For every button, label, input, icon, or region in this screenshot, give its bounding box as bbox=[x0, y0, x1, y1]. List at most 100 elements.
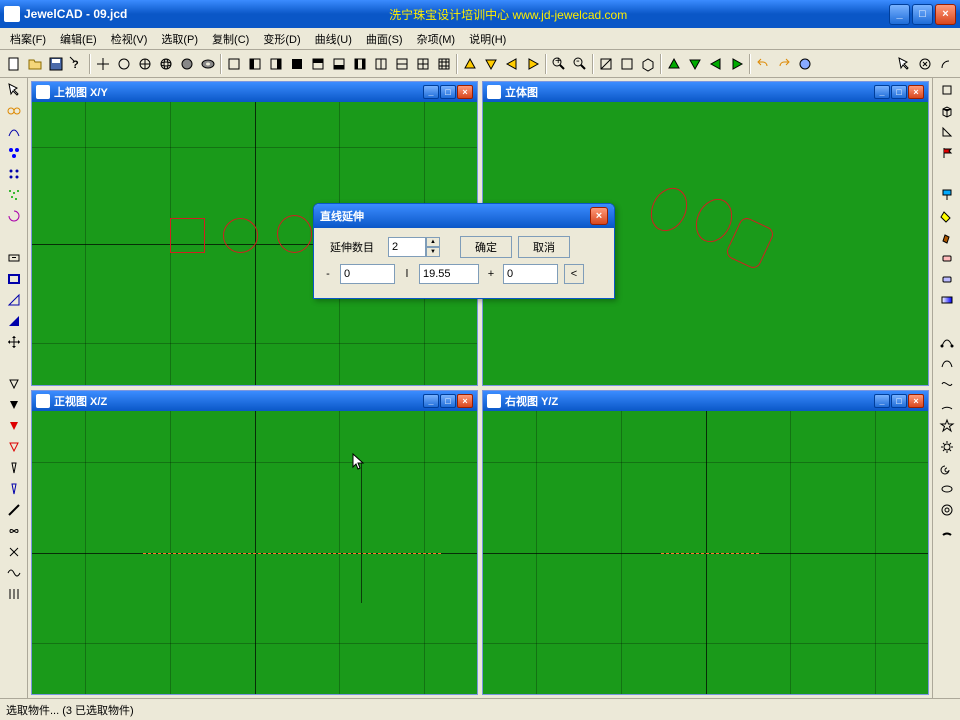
square-grid3-icon[interactable] bbox=[434, 54, 454, 74]
ring-tool-icon[interactable] bbox=[937, 500, 957, 520]
close-button[interactable]: × bbox=[935, 4, 956, 25]
flag-tool-icon[interactable] bbox=[937, 143, 957, 163]
viewport-close-button[interactable]: × bbox=[457, 85, 473, 99]
help-icon[interactable]: ? bbox=[67, 54, 87, 74]
curve-tool-icon[interactable] bbox=[4, 122, 24, 142]
maximize-button[interactable]: □ bbox=[912, 4, 933, 25]
square-left-icon[interactable] bbox=[245, 54, 265, 74]
viewport-maximize-button[interactable]: □ bbox=[440, 394, 456, 408]
select-tool-icon[interactable] bbox=[4, 80, 24, 100]
point-icon[interactable] bbox=[93, 54, 113, 74]
viewport-close-button[interactable]: × bbox=[908, 394, 924, 408]
square-right-icon[interactable] bbox=[266, 54, 286, 74]
filled-triangle-tool-icon[interactable] bbox=[4, 311, 24, 331]
spray-tool-icon[interactable] bbox=[4, 185, 24, 205]
circle-icon[interactable] bbox=[114, 54, 134, 74]
solid-circle-icon[interactable] bbox=[177, 54, 197, 74]
length-input[interactable] bbox=[419, 264, 479, 284]
open-icon[interactable] bbox=[25, 54, 45, 74]
rect-tool-icon[interactable] bbox=[4, 269, 24, 289]
render-icon[interactable] bbox=[795, 54, 815, 74]
infinity-tool-icon[interactable] bbox=[4, 521, 24, 541]
zoom-in-icon[interactable]: + bbox=[549, 54, 569, 74]
globe-icon[interactable] bbox=[156, 54, 176, 74]
square-empty-icon[interactable] bbox=[224, 54, 244, 74]
new-icon[interactable] bbox=[4, 54, 24, 74]
menu-deform[interactable]: 变形(D) bbox=[257, 29, 306, 49]
rings-tool-icon[interactable] bbox=[4, 101, 24, 121]
wedge-narrow2-icon[interactable] bbox=[4, 479, 24, 499]
triangle-down-green-icon[interactable] bbox=[685, 54, 705, 74]
viewport-canvas[interactable] bbox=[483, 411, 928, 694]
plus-input[interactable] bbox=[503, 264, 558, 284]
brush-tool-icon[interactable] bbox=[937, 227, 957, 247]
viewport-maximize-button[interactable]: □ bbox=[440, 85, 456, 99]
line-tool-icon[interactable] bbox=[4, 500, 24, 520]
viewport-close-button[interactable]: × bbox=[457, 394, 473, 408]
wave-tool-icon[interactable] bbox=[4, 563, 24, 583]
move-tool-icon[interactable] bbox=[4, 332, 24, 352]
menu-surface[interactable]: 曲面(S) bbox=[360, 29, 409, 49]
drawer-tool-icon[interactable] bbox=[4, 248, 24, 268]
spiral-tool-icon[interactable] bbox=[937, 458, 957, 478]
triangle-down-yellow-icon[interactable] bbox=[481, 54, 501, 74]
minimize-button[interactable]: _ bbox=[889, 4, 910, 25]
spin-down-icon[interactable]: ▼ bbox=[426, 247, 440, 257]
spin-up-icon[interactable]: ▲ bbox=[426, 237, 440, 247]
viewport-close-button[interactable]: × bbox=[908, 85, 924, 99]
menu-edit[interactable]: 编辑(E) bbox=[54, 29, 103, 49]
menu-misc[interactable]: 杂项(M) bbox=[411, 29, 462, 49]
square-full-icon[interactable] bbox=[287, 54, 307, 74]
viewport-minimize-button[interactable]: _ bbox=[874, 85, 890, 99]
redo-icon[interactable] bbox=[774, 54, 794, 74]
undo-icon[interactable] bbox=[753, 54, 773, 74]
tool-b-icon[interactable] bbox=[936, 54, 956, 74]
donut-icon[interactable] bbox=[198, 54, 218, 74]
dots-tool-icon[interactable] bbox=[4, 164, 24, 184]
arrow-button[interactable]: < bbox=[564, 264, 584, 284]
menu-view[interactable]: 检视(V) bbox=[105, 29, 154, 49]
wedge-down-red-icon[interactable] bbox=[4, 416, 24, 436]
square-top-icon[interactable] bbox=[308, 54, 328, 74]
menu-file[interactable]: 档案(F) bbox=[4, 29, 52, 49]
triangle-tool-icon[interactable] bbox=[4, 290, 24, 310]
dialog-close-button[interactable]: × bbox=[590, 207, 608, 225]
wedge-down-icon[interactable] bbox=[4, 374, 24, 394]
paint-tool-icon[interactable] bbox=[937, 185, 957, 205]
cube-tool-icon[interactable] bbox=[937, 101, 957, 121]
eraser-tool-icon[interactable] bbox=[937, 248, 957, 268]
cursor-icon[interactable] bbox=[894, 54, 914, 74]
triangle-left-green-icon[interactable] bbox=[706, 54, 726, 74]
menu-help[interactable]: 说明(H) bbox=[463, 29, 512, 49]
ellipse-tool-icon[interactable] bbox=[937, 479, 957, 499]
viewport-minimize-button[interactable]: _ bbox=[423, 85, 439, 99]
menu-copy[interactable]: 复制(C) bbox=[206, 29, 255, 49]
wedge-down-outline-icon[interactable] bbox=[4, 437, 24, 457]
arc2-tool-icon[interactable] bbox=[937, 521, 957, 541]
cancel-button[interactable]: 取消 bbox=[518, 236, 570, 258]
menu-curve[interactable]: 曲线(U) bbox=[309, 29, 358, 49]
wedge-down-fill-icon[interactable] bbox=[4, 395, 24, 415]
viewport-minimize-button[interactable]: _ bbox=[874, 394, 890, 408]
wedge-narrow-icon[interactable] bbox=[4, 458, 24, 478]
triangle-up-yellow-icon[interactable] bbox=[460, 54, 480, 74]
eraser2-tool-icon[interactable] bbox=[937, 269, 957, 289]
square-split-h-icon[interactable] bbox=[392, 54, 412, 74]
triangle-right-yellow-icon[interactable] bbox=[523, 54, 543, 74]
zoom-out-icon[interactable]: - bbox=[570, 54, 590, 74]
square-bottom-icon[interactable] bbox=[329, 54, 349, 74]
star-tool-icon[interactable] bbox=[937, 416, 957, 436]
view1-icon[interactable] bbox=[596, 54, 616, 74]
extend-count-input[interactable] bbox=[388, 237, 426, 257]
view2-icon[interactable] bbox=[617, 54, 637, 74]
square-split-v-icon[interactable] bbox=[371, 54, 391, 74]
triangle-up-green-icon[interactable] bbox=[664, 54, 684, 74]
save-icon[interactable] bbox=[46, 54, 66, 74]
minus-input[interactable] bbox=[340, 264, 395, 284]
viewport-maximize-button[interactable]: □ bbox=[891, 394, 907, 408]
gems-tool-icon[interactable] bbox=[4, 143, 24, 163]
square-grid-icon[interactable] bbox=[413, 54, 433, 74]
square-lr-icon[interactable] bbox=[350, 54, 370, 74]
bars-tool-icon[interactable] bbox=[4, 584, 24, 604]
x-tool-icon[interactable] bbox=[4, 542, 24, 562]
